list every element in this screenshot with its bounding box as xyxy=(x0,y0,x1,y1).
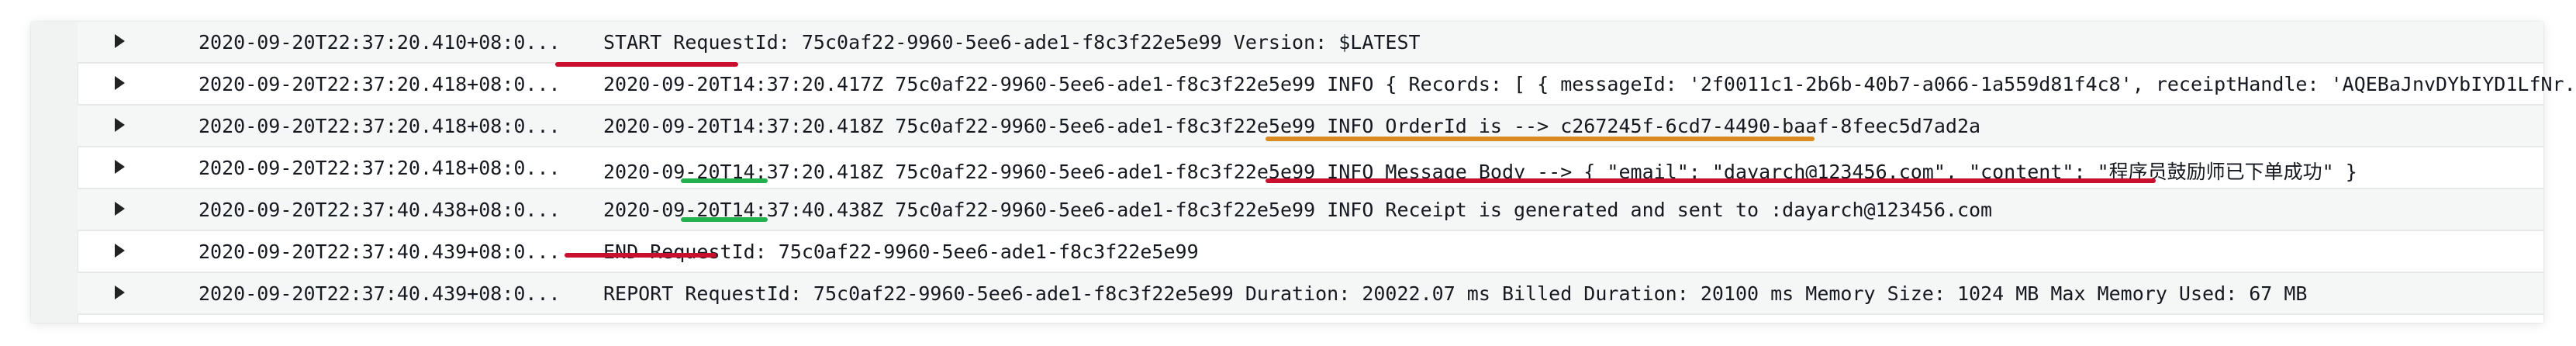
time-underline-first xyxy=(681,178,768,183)
log-event-row[interactable]: 2020-09-20T22:37:40.438+08:0... 2020-09-… xyxy=(78,189,2543,231)
caret-right-icon[interactable] xyxy=(115,160,125,174)
caret-right-icon[interactable] xyxy=(115,76,125,90)
log-event-row[interactable]: 2020-09-20T22:37:20.410+08:0... START Re… xyxy=(78,22,2543,64)
log-timestamp: 2020-09-20T22:37:20.418+08:0... xyxy=(199,157,561,179)
caret-right-icon[interactable] xyxy=(115,244,125,258)
time-underline-second xyxy=(681,217,768,222)
screenshot-stage: 2020-09-20T22:37:20.410+08:0... START Re… xyxy=(0,0,2576,346)
log-events-list: 2020-09-20T22:37:20.410+08:0... START Re… xyxy=(78,22,2576,323)
caret-right-icon[interactable] xyxy=(115,202,125,216)
caret-right-icon[interactable] xyxy=(115,285,125,299)
log-message: 2020-09-20T14:37:40.438Z 75c0af22-9960-5… xyxy=(603,199,1993,221)
caret-right-icon[interactable] xyxy=(115,34,125,48)
log-timestamp: 2020-09-20T22:37:20.410+08:0... xyxy=(199,31,561,54)
log-timestamp: 2020-09-20T22:37:20.418+08:0... xyxy=(199,115,561,137)
log-timestamp: 2020-09-20T22:37:40.439+08:0... xyxy=(199,282,561,305)
log-timestamp: 2020-09-20T22:37:20.418+08:0... xyxy=(199,73,561,95)
end-requestid-underline xyxy=(565,253,717,258)
log-message: REPORT RequestId: 75c0af22-9960-5ee6-ade… xyxy=(603,282,2308,305)
log-message: START RequestId: 75c0af22-9960-5ee6-ade1… xyxy=(603,31,1421,54)
log-message: 2020-09-20T14:37:20.417Z 75c0af22-9960-5… xyxy=(603,73,2576,95)
message-body-underline xyxy=(1266,178,2156,183)
orderid-underline xyxy=(1266,137,1815,141)
expand-column-rail xyxy=(31,22,78,323)
log-message: END RequestId: 75c0af22-9960-5ee6-ade1-f… xyxy=(603,240,1199,263)
log-event-row[interactable]: 2020-09-20T22:37:40.439+08:0... END Requ… xyxy=(78,231,2543,273)
log-timestamp: 2020-09-20T22:37:40.438+08:0... xyxy=(199,199,561,221)
log-event-row[interactable]: 2020-09-20T22:37:20.418+08:0... 2020-09-… xyxy=(78,64,2576,106)
log-event-row[interactable]: 2020-09-20T22:37:40.439+08:0... REPORT R… xyxy=(78,273,2543,315)
start-requestid-underline xyxy=(555,62,738,67)
log-timestamp: 2020-09-20T22:37:40.439+08:0... xyxy=(199,240,561,263)
caret-right-icon[interactable] xyxy=(115,118,125,132)
log-message: 2020-09-20T14:37:20.418Z 75c0af22-9960-5… xyxy=(603,115,1981,137)
